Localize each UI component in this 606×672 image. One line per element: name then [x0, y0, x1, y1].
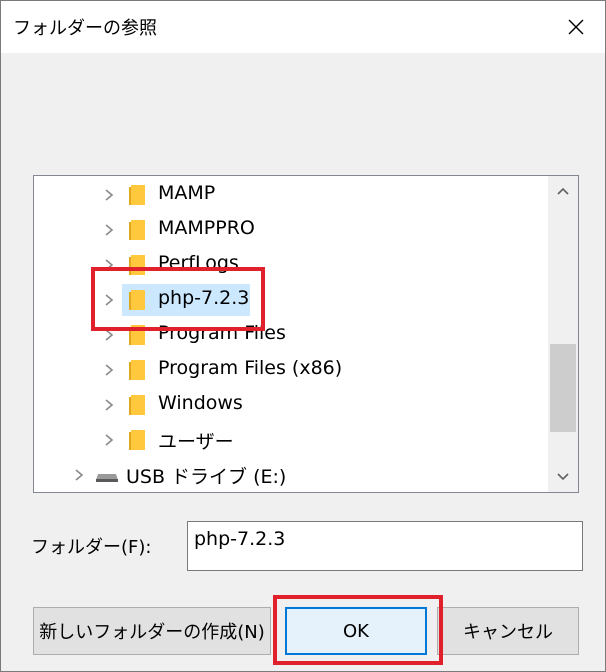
tree-item-program-files[interactable]: Program Files	[34, 318, 546, 352]
chevron-right-icon[interactable]	[102, 328, 116, 342]
folder-icon	[129, 360, 145, 380]
usb-drive-icon	[96, 474, 118, 482]
chevron-right-icon[interactable]	[102, 433, 116, 447]
tree-item-usb-drive[interactable]: USB ドライブ (E:)	[34, 458, 546, 492]
folder-field-label: フォルダー(F):	[31, 537, 152, 558]
cancel-button[interactable]: キャンセル	[437, 607, 579, 655]
chevron-down-icon	[557, 473, 569, 481]
chevron-right-icon[interactable]	[102, 188, 116, 202]
tree-item-label: Windows	[158, 392, 243, 414]
folder-tree[interactable]: MAMP MAMPPRO PerfLogs php-7.2.3 Program …	[33, 175, 579, 493]
close-icon	[568, 19, 584, 35]
vertical-scrollbar[interactable]	[548, 176, 578, 492]
window-title: フォルダーの参照	[13, 18, 157, 39]
tree-item-mamp[interactable]: MAMP	[34, 178, 546, 212]
folder-icon	[129, 430, 145, 450]
folder-icon	[129, 290, 145, 310]
folder-icon	[129, 395, 145, 415]
chevron-right-icon[interactable]	[102, 293, 116, 307]
tree-item-windows[interactable]: Windows	[34, 388, 546, 422]
chevron-right-icon[interactable]	[102, 398, 116, 412]
tree-item-mamppro[interactable]: MAMPPRO	[34, 213, 546, 247]
title-bar: フォルダーの参照	[1, 1, 605, 53]
ok-button[interactable]: OK	[285, 607, 427, 655]
chevron-up-icon	[557, 187, 569, 195]
tree-item-php-7-2-3[interactable]: php-7.2.3	[34, 283, 546, 317]
tree-item-program-files-x86[interactable]: Program Files (x86)	[34, 353, 546, 387]
tree-item-label: php-7.2.3	[158, 287, 250, 309]
chevron-right-icon[interactable]	[102, 363, 116, 377]
chevron-right-icon[interactable]	[102, 258, 116, 272]
chevron-right-icon[interactable]	[72, 468, 86, 482]
new-folder-button[interactable]: 新しいフォルダーの作成(N)	[33, 607, 271, 655]
folder-icon	[129, 255, 145, 275]
tree-item-perflogs[interactable]: PerfLogs	[34, 248, 546, 282]
folder-icon	[129, 220, 145, 240]
tree-item-label: PerfLogs	[158, 252, 239, 274]
tree-item-label: Program Files (x86)	[158, 357, 343, 379]
tree-item-label: Program Files	[158, 322, 286, 344]
browse-folder-dialog: フォルダーの参照 MAMP MAMPPRO PerfLogs php-7.2.3…	[0, 0, 606, 672]
scroll-down-button[interactable]	[548, 462, 578, 492]
folder-icon	[129, 325, 145, 345]
chevron-right-icon[interactable]	[102, 223, 116, 237]
folder-icon	[129, 185, 145, 205]
tree-item-label: ユーザー	[158, 431, 234, 453]
tree-item-label: MAMP	[158, 182, 216, 204]
scrollbar-thumb[interactable]	[550, 344, 576, 432]
tree-item-label: MAMPPRO	[158, 217, 255, 239]
scroll-up-button[interactable]	[548, 176, 578, 206]
close-button[interactable]	[547, 1, 605, 53]
tree-item-label: USB ドライブ (E:)	[126, 466, 287, 488]
tree-item-users[interactable]: ユーザー	[34, 423, 546, 457]
folder-path-input[interactable]: php-7.2.3	[187, 521, 583, 571]
